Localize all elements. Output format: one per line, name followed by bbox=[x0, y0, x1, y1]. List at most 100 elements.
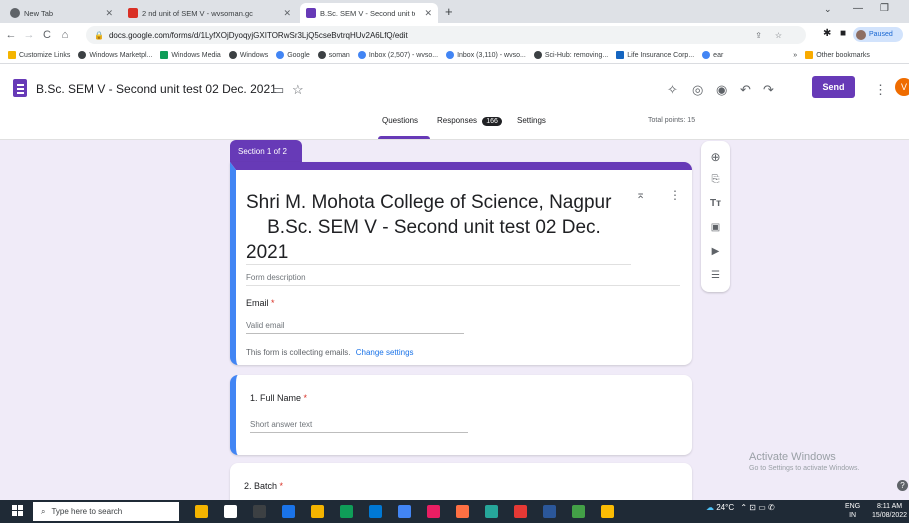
tab-responses[interactable]: Responses 166 bbox=[437, 116, 502, 126]
sidebar-icon[interactable]: ■ bbox=[840, 28, 846, 39]
bookmark-item[interactable]: ear bbox=[702, 51, 723, 59]
tab-label: New Tab bbox=[24, 8, 54, 18]
change-settings-link[interactable]: Change settings bbox=[356, 348, 414, 357]
extensions-icon[interactable]: ✱ bbox=[823, 28, 831, 39]
taskbar-app-icon[interactable] bbox=[601, 505, 614, 518]
tab-search-icon[interactable]: ⌄ bbox=[824, 4, 832, 15]
taskbar-app-icon[interactable] bbox=[253, 505, 266, 518]
taskbar-app-icon[interactable] bbox=[514, 505, 527, 518]
search-placeholder: Type here to search bbox=[51, 507, 123, 516]
bookmark-item[interactable]: Inbox (2,507) - wvso... bbox=[357, 51, 438, 59]
share-icon[interactable]: ⇪ bbox=[755, 31, 762, 40]
bookmark-item[interactable]: soman bbox=[317, 51, 350, 59]
bookmark-item[interactable]: Life Insurance Corp... bbox=[616, 51, 694, 59]
taskbar-app-icon[interactable] bbox=[485, 505, 498, 518]
home-icon[interactable]: ⌂ bbox=[58, 29, 72, 41]
add-image-icon[interactable]: ▣ bbox=[701, 222, 730, 233]
bookmark-item[interactable]: Windows Marketpl... bbox=[78, 51, 152, 59]
add-question-icon[interactable]: ⊕ bbox=[701, 150, 730, 164]
email-field[interactable]: Valid email bbox=[246, 321, 285, 330]
taskbar-app-icon[interactable] bbox=[456, 505, 469, 518]
tab-sem-v-doc[interactable]: 2 nd unit of SEM V - wvsoman.gc ✕ bbox=[122, 3, 297, 23]
bookmarks-bar: Customize Links Windows Marketpl... Wind… bbox=[0, 47, 909, 64]
new-tab-button[interactable]: + bbox=[445, 4, 453, 19]
browser-tab-strip: New Tab ✕ 2 nd unit of SEM V - wvsoman.g… bbox=[0, 0, 909, 23]
google-icon bbox=[276, 51, 285, 59]
taskbar-app-icon[interactable] bbox=[543, 505, 556, 518]
tab-questions[interactable]: Questions bbox=[382, 116, 418, 125]
bookmark-item[interactable]: Inbox (3,110) - wvso... bbox=[446, 51, 526, 59]
more-vert-icon[interactable]: ⋮ bbox=[669, 188, 681, 202]
google-icon bbox=[702, 51, 711, 59]
bookmark-item[interactable]: Windows Media bbox=[160, 51, 221, 59]
addon-icon[interactable]: ✧ bbox=[667, 82, 678, 98]
short-answer-field[interactable]: Short answer text bbox=[250, 420, 312, 429]
maximize-icon[interactable]: ❐ bbox=[880, 3, 889, 14]
taskbar-app-icon[interactable] bbox=[340, 505, 353, 518]
help-icon[interactable]: ? bbox=[897, 480, 908, 491]
collapse-icon[interactable]: ⌅ bbox=[636, 188, 645, 201]
apps-icon bbox=[8, 51, 16, 59]
windows-taskbar: ⌕ Type here to search ☁ 24°C ⌃ ⊡ ▭ ✆ ENG… bbox=[0, 500, 909, 523]
star-icon[interactable]: ☆ bbox=[292, 82, 304, 98]
bookmark-item[interactable]: Sci-Hub: removing... bbox=[533, 51, 608, 59]
profile-paused-button[interactable]: Paused bbox=[853, 27, 903, 42]
close-icon[interactable]: ✕ bbox=[105, 8, 113, 19]
taskbar-app-icon[interactable] bbox=[398, 505, 411, 518]
folder-icon[interactable]: ▭ bbox=[272, 82, 284, 98]
taskbar-app-icon[interactable] bbox=[427, 505, 440, 518]
clock[interactable]: 8:11 AM 15/08/2022 bbox=[872, 502, 907, 520]
add-section-icon[interactable]: ☰ bbox=[701, 270, 730, 281]
bookmark-item[interactable]: Google bbox=[276, 51, 310, 59]
taskbar-app-icon[interactable] bbox=[224, 505, 237, 518]
avatar[interactable]: V bbox=[895, 78, 909, 96]
more-bookmarks-icon[interactable]: » bbox=[793, 52, 797, 59]
import-questions-icon[interactable]: ⎘ bbox=[701, 174, 730, 185]
clock-date: 15/08/2022 bbox=[872, 512, 908, 519]
redo-icon[interactable]: ↷ bbox=[763, 82, 774, 98]
document-title[interactable]: B.Sc. SEM V - Second unit test 02 Dec. 2… bbox=[36, 82, 277, 96]
close-icon[interactable]: ✕ bbox=[283, 8, 291, 19]
collecting-text: This form is collecting emails. bbox=[246, 348, 351, 357]
taskbar-app-icon[interactable] bbox=[311, 505, 324, 518]
other-bookmarks[interactable]: Other bookmarks bbox=[805, 51, 870, 59]
bookmark-item[interactable]: Windows bbox=[228, 51, 268, 59]
taskbar-app-icon[interactable] bbox=[282, 505, 295, 518]
minimize-icon[interactable]: — bbox=[853, 3, 863, 14]
form-description-input[interactable]: Form description bbox=[246, 273, 306, 282]
taskbar-search-input[interactable]: ⌕ Type here to search bbox=[33, 502, 179, 521]
url-input[interactable]: 🔒 docs.google.com/forms/d/1LyfXOjDyoqyjG… bbox=[86, 26, 806, 44]
back-icon[interactable]: ← bbox=[4, 29, 18, 41]
tab-forms[interactable]: B.Sc. SEM V - Second unit test 02 ✕ bbox=[300, 3, 438, 23]
bookmark-label: Customize Links bbox=[19, 51, 71, 59]
close-icon[interactable]: ✕ bbox=[424, 8, 432, 19]
add-video-icon[interactable]: ▶ bbox=[701, 246, 730, 257]
form-title[interactable]: Shri M. Mohota College of Science, Nagpu… bbox=[246, 190, 626, 265]
bookmark-star-icon[interactable]: ☆ bbox=[775, 31, 782, 40]
forward-icon[interactable]: → bbox=[22, 29, 36, 41]
add-title-icon[interactable]: Tт bbox=[701, 198, 730, 209]
forms-icon bbox=[306, 8, 316, 18]
question-title-text: 1. Full Name bbox=[250, 393, 302, 403]
taskbar-app-icon[interactable] bbox=[572, 505, 585, 518]
windows-start-icon[interactable] bbox=[12, 505, 24, 517]
preview-eye-icon[interactable]: ◉ bbox=[716, 82, 727, 98]
taskbar-app-icon[interactable] bbox=[369, 505, 382, 518]
reload-icon[interactable]: C bbox=[40, 29, 54, 41]
lic-icon bbox=[616, 51, 625, 59]
google-forms-icon[interactable] bbox=[13, 79, 27, 97]
more-vert-icon[interactable]: ⋮ bbox=[874, 82, 887, 98]
tray-icons[interactable]: ⌃ ⊡ ▭ ✆ bbox=[740, 503, 774, 512]
form-title-card[interactable]: Shri M. Mohota College of Science, Nagpu… bbox=[230, 162, 692, 365]
divider bbox=[246, 264, 631, 265]
google-icon bbox=[446, 51, 455, 59]
tab-new-tab[interactable]: New Tab ✕ bbox=[4, 3, 119, 23]
palette-icon[interactable]: ◎ bbox=[692, 82, 703, 98]
language-indicator[interactable]: ENG IN bbox=[845, 502, 860, 520]
tab-settings[interactable]: Settings bbox=[517, 116, 546, 125]
taskbar-app-icon[interactable] bbox=[195, 505, 208, 518]
bookmark-item[interactable]: Customize Links bbox=[8, 51, 70, 59]
question-card[interactable]: 1. Full Name * Short answer text bbox=[230, 375, 692, 455]
undo-icon[interactable]: ↶ bbox=[740, 82, 751, 98]
send-button[interactable]: Send bbox=[812, 76, 855, 98]
